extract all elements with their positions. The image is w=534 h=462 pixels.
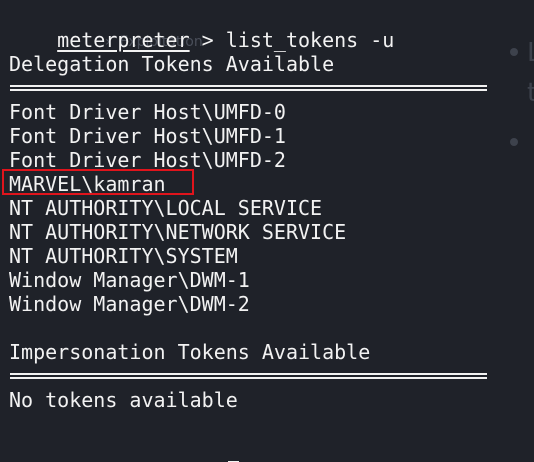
background-heading-fragment: t <box>527 78 534 108</box>
token-entry: Font Driver Host\UMFD-0 <box>9 100 286 124</box>
header-divider <box>10 85 487 91</box>
impersonation-tokens-header: Impersonation Tokens Available <box>9 340 371 364</box>
background-bullet <box>510 48 518 56</box>
token-entry: Window Manager\DWM-1 <box>9 268 250 292</box>
command-text: list_tokens -u <box>225 28 395 52</box>
token-entry: NT AUTHORITY\NETWORK SERVICE <box>9 220 347 244</box>
token-entry: Window Manager\DWM-2 <box>9 292 250 316</box>
token-entry: Font Driver Host\UMFD-1 <box>9 124 286 148</box>
command-line: meterpreter > list_tokens -u <box>9 4 394 52</box>
input-line[interactable]: meterpreter > <box>9 436 239 462</box>
impersonation-result: No tokens available <box>9 388 238 412</box>
background-heading-fragment: L <box>527 38 534 68</box>
token-entry: NT AUTHORITY\LOCAL SERVICE <box>9 196 323 220</box>
header-divider <box>10 373 487 379</box>
prompt-label: meterpreter <box>57 28 190 52</box>
highlight-box <box>2 169 194 195</box>
terminal-window[interactable]: › Exploitation L t meterpreter > list_to… <box>0 0 534 462</box>
background-bullet <box>510 138 518 146</box>
prompt-separator: > <box>189 28 226 52</box>
token-entry: NT AUTHORITY\SYSTEM <box>9 244 238 268</box>
delegation-tokens-header: Delegation Tokens Available <box>9 52 335 76</box>
